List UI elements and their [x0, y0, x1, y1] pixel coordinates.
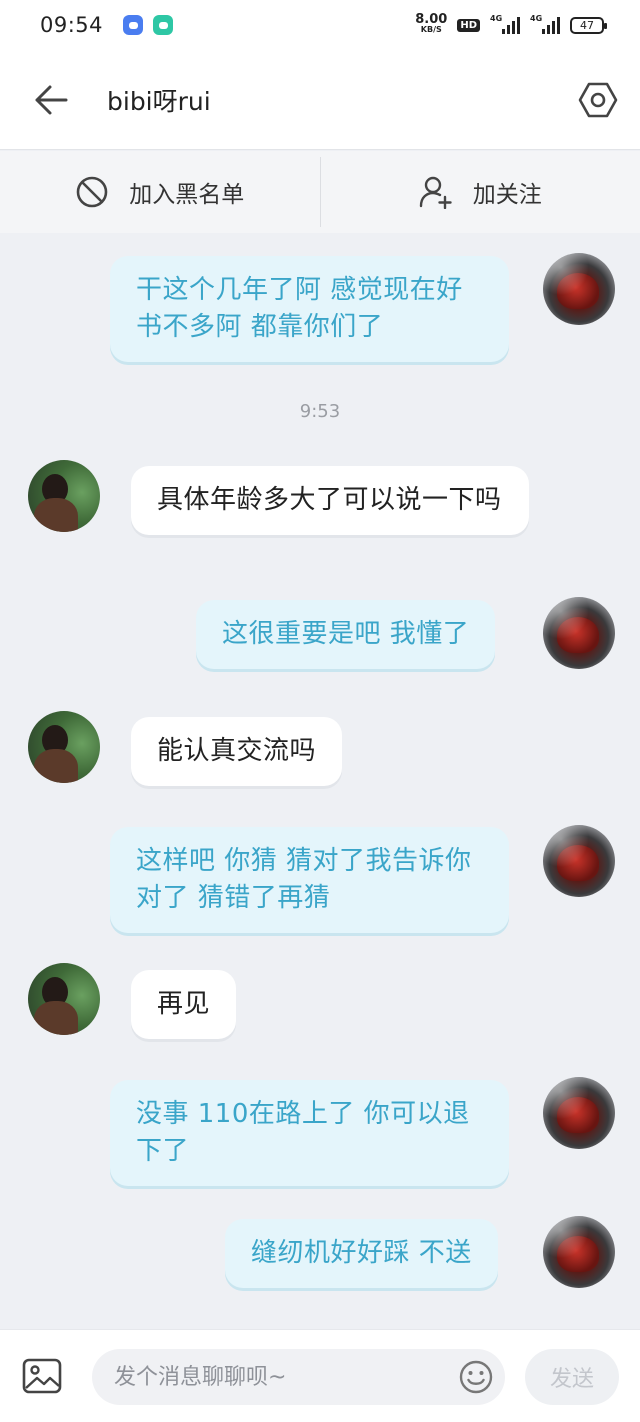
my-avatar[interactable] — [543, 825, 615, 897]
status-indicators: 8.00 KB/S HD 4G 4G 47 — [415, 12, 607, 35]
block-button[interactable]: 加入黑名单 — [0, 151, 320, 233]
my-message-bubble[interactable]: 干这个几年了阿 感觉现在好书不多阿 都靠你们了 — [110, 256, 509, 362]
contact-message-bubble[interactable]: 具体年龄多大了可以说一下吗 — [131, 466, 529, 535]
battery-level: 47 — [580, 18, 594, 32]
follow-button[interactable]: 加关注 — [321, 151, 640, 233]
my-message-bubble[interactable]: 这样吧 你猜 猜对了我告诉你对了 猜错了再猜 — [110, 827, 509, 933]
image-icon[interactable] — [22, 1357, 62, 1395]
send-button[interactable]: 发送 — [525, 1349, 619, 1405]
app-notification-icon — [123, 15, 144, 35]
block-icon — [76, 176, 108, 208]
message-input[interactable] — [92, 1349, 505, 1405]
battery-icon: 47 — [570, 16, 607, 34]
net-speed-value: 8.00 — [415, 12, 448, 27]
my-avatar[interactable] — [543, 1077, 615, 1149]
chat-notification-icon — [153, 15, 174, 35]
net-speed: 8.00 KB/S — [415, 12, 448, 35]
settings-hex-icon[interactable] — [578, 80, 618, 120]
my-avatar[interactable] — [543, 253, 615, 325]
signal-icon-2: 4G — [530, 14, 560, 34]
my-avatar[interactable] — [543, 597, 615, 669]
hd-icon: HD — [457, 18, 480, 32]
follow-label: 加关注 — [472, 182, 542, 208]
back-arrow-icon[interactable] — [34, 84, 68, 116]
contact-avatar[interactable] — [28, 460, 100, 532]
contact-message-bubble[interactable]: 能认真交流吗 — [131, 717, 343, 786]
my-message-bubble[interactable]: 没事 110在路上了 你可以退下了 — [110, 1080, 509, 1186]
message-timestamp: 9:53 — [299, 401, 341, 422]
my-message-bubble[interactable]: 缝纫机好好踩 不送 — [225, 1219, 498, 1288]
status-bar: 09:54 8.00 KB/S HD 4G 4G 47 — [0, 0, 640, 50]
contact-avatar[interactable] — [28, 963, 100, 1035]
net-speed-unit: KB/S — [420, 25, 442, 34]
action-bar: 加入黑名单 加关注 — [0, 151, 640, 233]
contact-message-bubble[interactable]: 再见 — [131, 970, 237, 1039]
page-title: bibi呀rui — [107, 87, 211, 116]
signal-icon: 4G — [490, 14, 520, 34]
contact-avatar[interactable] — [28, 711, 100, 783]
block-label: 加入黑名单 — [129, 182, 245, 208]
my-message-bubble[interactable]: 这很重要是吧 我懂了 — [196, 600, 496, 669]
title-bar: bibi呀rui — [0, 50, 640, 150]
my-avatar[interactable] — [543, 1216, 615, 1288]
signal-label: 4G — [490, 14, 503, 23]
status-time: 09:54 — [40, 13, 104, 37]
add-user-icon — [419, 176, 452, 209]
signal-label-2: 4G — [530, 14, 543, 23]
chat-area[interactable]: 干这个几年了阿 感觉现在好书不多阿 都靠你们了 9:53 具体年龄多大了可以说一… — [0, 233, 640, 1329]
input-bar: 发送 — [0, 1329, 640, 1422]
emoji-icon[interactable] — [458, 1359, 494, 1395]
